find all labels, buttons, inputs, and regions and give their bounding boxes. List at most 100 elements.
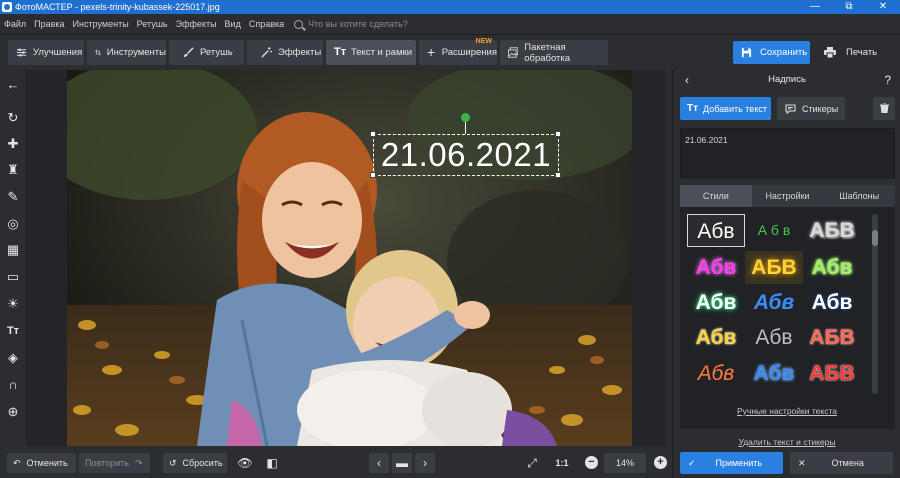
menu-tools[interactable]: Инструменты: [73, 19, 129, 29]
resize-handle-top-left[interactable]: [370, 131, 376, 137]
style-item[interactable]: Абв: [803, 251, 861, 284]
redo-button[interactable]: Повторить ↷: [79, 453, 150, 473]
save-button[interactable]: Сохранить: [733, 41, 810, 64]
trash-button[interactable]: [873, 97, 895, 120]
target-icon[interactable]: ⊕: [5, 404, 21, 420]
bandage-icon[interactable]: ✚: [5, 136, 21, 152]
cancel-button[interactable]: ✕ Отмена: [790, 452, 893, 474]
style-item[interactable]: Абв: [745, 321, 803, 354]
overlay-text[interactable]: 21.06.2021: [373, 134, 559, 176]
stickers-label: Стикеры: [802, 103, 839, 114]
reset-button[interactable]: ↺ Сбросить: [163, 453, 227, 473]
text-input[interactable]: 21.06.2021: [680, 128, 895, 178]
back-chevron-icon[interactable]: ‹: [685, 70, 689, 90]
tab-tools-label: Инструменты: [106, 47, 166, 58]
style-item[interactable]: Абв: [687, 321, 745, 354]
light-icon[interactable]: ☀: [5, 296, 21, 312]
zoom-in-icon[interactable]: +: [654, 456, 667, 469]
style-item[interactable]: АБВ: [803, 214, 861, 247]
photo-image[interactable]: [67, 70, 632, 446]
one-to-one-button[interactable]: 1:1: [552, 453, 572, 473]
checkmark-icon: ✓: [688, 457, 696, 468]
back-arrow-icon[interactable]: ←: [5, 77, 21, 93]
style-item[interactable]: Абв: [687, 286, 745, 319]
fit-screen-icon[interactable]: ⤢: [522, 453, 542, 473]
tab-effects[interactable]: Эффекты: [247, 40, 323, 65]
add-text-button[interactable]: Tт Добавить текст: [680, 97, 771, 120]
tab-batch-processing[interactable]: Пакетная обработка: [500, 40, 608, 65]
magnet-icon[interactable]: ∩: [5, 377, 21, 393]
stamp-icon[interactable]: ♜: [5, 162, 21, 178]
trash-icon: [879, 102, 889, 114]
tab-text-frames[interactable]: Tт Текст и рамки: [326, 40, 416, 65]
style-item[interactable]: Абв: [745, 286, 803, 319]
tab-enhancements[interactable]: Улучшения: [8, 40, 84, 65]
next-image-icon[interactable]: ›: [415, 453, 435, 473]
minimize-button[interactable]: —: [798, 0, 832, 14]
apply-label: Применить: [715, 458, 763, 468]
style-item[interactable]: Абв: [803, 286, 861, 319]
tab-extensions-label: Расширения: [441, 47, 497, 58]
help-icon[interactable]: ?: [884, 70, 891, 90]
close-button[interactable]: ✕: [866, 0, 900, 14]
canvas-side-strip: [665, 70, 672, 446]
style-item[interactable]: А б в: [745, 214, 803, 247]
search-input[interactable]: Что вы хотите сделать?: [308, 19, 408, 29]
style-item[interactable]: АБВ: [803, 321, 861, 354]
rotation-handle[interactable]: [461, 113, 470, 122]
fill-icon[interactable]: ◈: [5, 350, 21, 366]
app-window: ФотоМАСТЕР - pexels-trinity-kubassek-225…: [0, 0, 900, 478]
maximize-button[interactable]: ⧉: [832, 0, 866, 14]
undo-button[interactable]: ↶ Отменить: [7, 453, 76, 473]
print-button[interactable]: Печать: [816, 41, 892, 64]
menu-retouch[interactable]: Ретушь: [137, 19, 168, 29]
rotate-icon[interactable]: ↻: [5, 110, 21, 126]
menu-help[interactable]: Справка: [249, 19, 284, 29]
resize-handle-bottom-right[interactable]: [555, 172, 561, 178]
style-item[interactable]: АБВ: [745, 251, 803, 284]
style-grid-scrollbar[interactable]: [872, 214, 878, 394]
zoom-out-icon[interactable]: −: [585, 456, 598, 469]
style-item[interactable]: АБВ: [803, 357, 861, 390]
stickers-button[interactable]: Стикеры: [777, 97, 845, 120]
style-item[interactable]: Абв: [745, 357, 803, 390]
menu-file[interactable]: Файл: [4, 19, 26, 29]
vignette-icon[interactable]: ▭: [5, 269, 21, 285]
undo-icon: ↶: [13, 457, 21, 468]
style-item[interactable]: Абв: [687, 357, 745, 390]
tab-templates[interactable]: Шаблоны: [823, 185, 895, 207]
scrollbar-thumb[interactable]: [872, 230, 878, 246]
photo-graphic: [67, 70, 632, 446]
delete-text-stickers-link[interactable]: Удалить текст и стикеры: [673, 437, 900, 447]
tab-retouch[interactable]: Ретушь: [169, 40, 244, 65]
resize-handle-bottom-left[interactable]: [370, 172, 376, 178]
apply-button[interactable]: ✓ Применить: [680, 452, 783, 474]
tab-settings[interactable]: Настройки: [752, 185, 824, 207]
zoom-level[interactable]: 14%: [604, 453, 646, 473]
menu-effects[interactable]: Эффекты: [176, 19, 217, 29]
resize-handle-top-right[interactable]: [555, 131, 561, 137]
tab-extensions[interactable]: + Расширения NEW: [419, 38, 497, 65]
tab-tools[interactable]: Инструменты: [87, 40, 166, 65]
radial-filter-icon[interactable]: ◎: [5, 216, 21, 232]
folder-icon[interactable]: ▬: [392, 453, 412, 473]
style-item[interactable]: Абв: [687, 251, 745, 284]
menu-edit[interactable]: Правка: [34, 19, 64, 29]
manual-text-settings-link[interactable]: Ручные настройки текста: [673, 406, 900, 416]
tab-batch-label: Пакетная обработка: [524, 41, 571, 64]
tab-styles[interactable]: Стили: [680, 185, 752, 207]
menu-view[interactable]: Вид: [225, 19, 241, 29]
style-item[interactable]: Абв: [687, 214, 745, 247]
search-icon: [294, 19, 304, 29]
crop-icon: [95, 49, 101, 56]
speech-bubble-icon: [785, 103, 796, 114]
batch-images-icon: [508, 47, 519, 58]
prev-image-icon[interactable]: ‹: [369, 453, 389, 473]
tab-retouch-label: Ретушь: [200, 47, 233, 58]
compare-icon[interactable]: ◧: [262, 453, 282, 473]
printer-icon: [824, 47, 836, 58]
eye-icon[interactable]: 👁: [235, 453, 255, 473]
brush-icon[interactable]: ✎: [5, 189, 21, 205]
gradient-filter-icon[interactable]: ▦: [5, 242, 21, 258]
text-icon[interactable]: Tт: [5, 323, 21, 339]
